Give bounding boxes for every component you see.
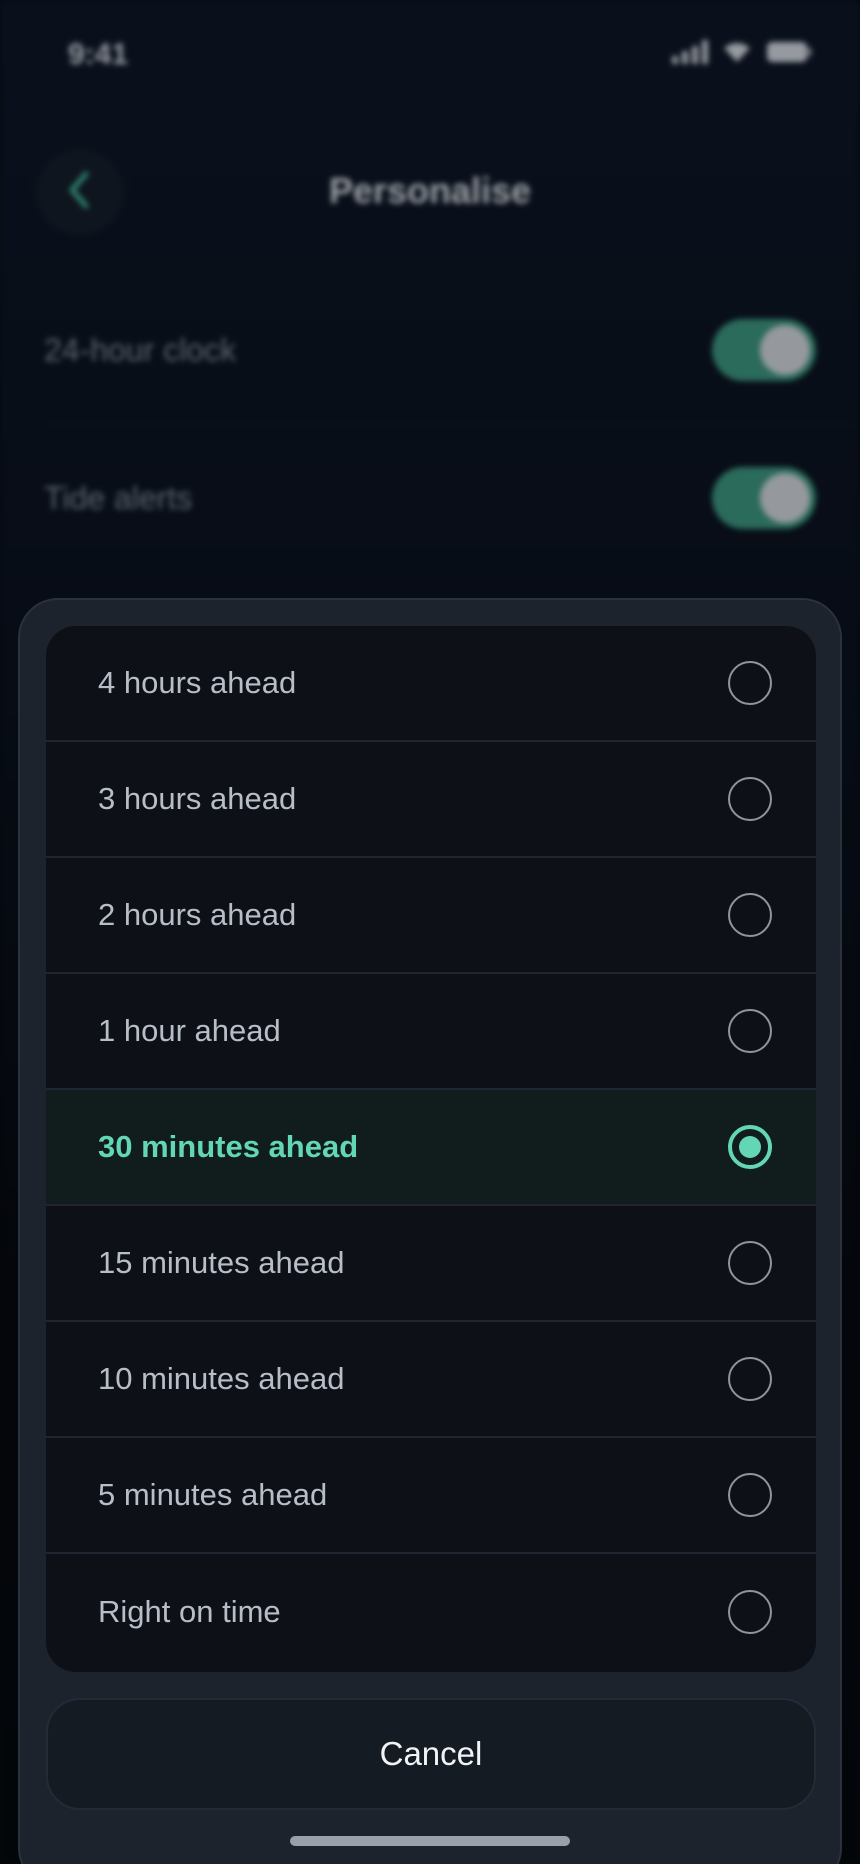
option-label: 1 hour ahead [98,1013,281,1048]
bottom-sheet: 4 hours ahead 3 hours ahead 2 hours ahea… [18,598,842,1864]
option-right-on-time[interactable]: Right on time [46,1554,816,1670]
home-indicator [290,1836,570,1846]
option-label: 5 minutes ahead [98,1477,328,1512]
radio-button[interactable] [728,1473,772,1517]
radio-button[interactable] [728,1241,772,1285]
options-list: 4 hours ahead 3 hours ahead 2 hours ahea… [46,626,816,1672]
option-label: 30 minutes ahead [98,1129,359,1164]
option-30-minutes-ahead[interactable]: 30 minutes ahead [46,1090,816,1206]
option-10-minutes-ahead[interactable]: 10 minutes ahead [46,1322,816,1438]
option-15-minutes-ahead[interactable]: 15 minutes ahead [46,1206,816,1322]
option-1-hour-ahead[interactable]: 1 hour ahead [46,974,816,1090]
radio-button[interactable] [728,893,772,937]
radio-selected-dot [739,1136,761,1158]
option-label: 3 hours ahead [98,781,297,816]
cancel-button[interactable]: Cancel [46,1698,816,1810]
option-label: 15 minutes ahead [98,1245,345,1280]
option-3-hours-ahead[interactable]: 3 hours ahead [46,742,816,858]
radio-button[interactable] [728,777,772,821]
radio-button[interactable] [728,1357,772,1401]
radio-button[interactable] [728,661,772,705]
radio-button-selected[interactable] [728,1125,772,1169]
option-label: 10 minutes ahead [98,1361,345,1396]
option-2-hours-ahead[interactable]: 2 hours ahead [46,858,816,974]
option-4-hours-ahead[interactable]: 4 hours ahead [46,626,816,742]
option-label: Right on time [98,1594,281,1629]
option-5-minutes-ahead[interactable]: 5 minutes ahead [46,1438,816,1554]
radio-button[interactable] [728,1590,772,1634]
radio-button[interactable] [728,1009,772,1053]
option-label: 4 hours ahead [98,665,297,700]
option-label: 2 hours ahead [98,897,297,932]
cancel-label: Cancel [379,1735,483,1772]
